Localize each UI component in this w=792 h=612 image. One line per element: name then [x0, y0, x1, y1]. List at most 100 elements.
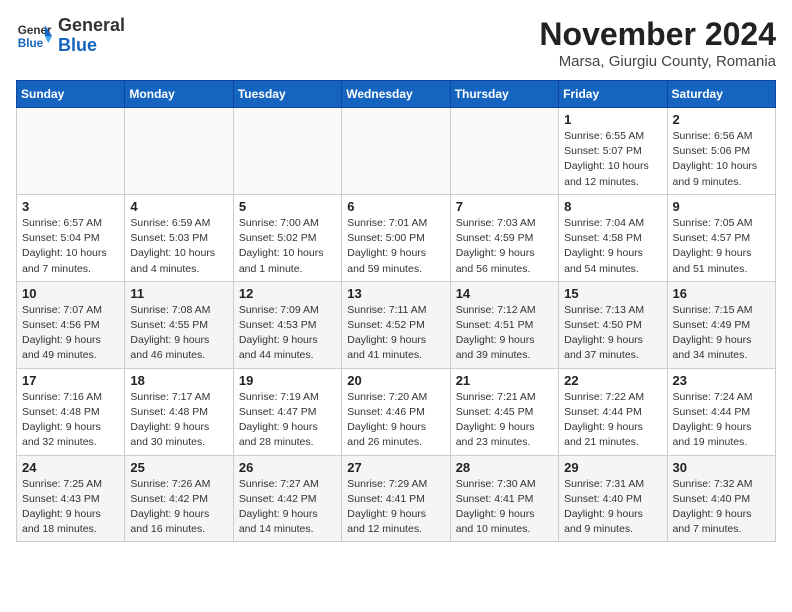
- weekday-thursday: Thursday: [450, 81, 558, 108]
- weekday-sunday: Sunday: [17, 81, 125, 108]
- calendar-cell: [450, 108, 558, 195]
- calendar-week-5: 24 Sunrise: 7:25 AM Sunset: 4:43 PM Dayli…: [17, 455, 776, 542]
- day-number: 14: [456, 286, 553, 301]
- day-info: Sunrise: 7:27 AM Sunset: 4:42 PM Dayligh…: [239, 477, 336, 538]
- calendar-cell: 24 Sunrise: 7:25 AM Sunset: 4:43 PM Dayli…: [17, 455, 125, 542]
- calendar-cell: 12Sunrise: 7:09 AM Sunset: 4:53 PM Dayli…: [233, 281, 341, 368]
- day-info: Sunrise: 7:19 AM Sunset: 4:47 PM Dayligh…: [239, 390, 336, 451]
- location-title: Marsa, Giurgiu County, Romania: [539, 53, 776, 70]
- calendar: SundayMondayTuesdayWednesdayThursdayFrid…: [16, 80, 776, 542]
- day-number: 9: [673, 199, 770, 214]
- title-area: November 2024 Marsa, Giurgiu County, Rom…: [539, 16, 776, 70]
- calendar-cell: 1 Sunrise: 6:55 AM Sunset: 5:07 PM Daylig…: [559, 108, 667, 195]
- day-number: 8: [564, 199, 661, 214]
- day-number: 28: [456, 460, 553, 475]
- day-info: Sunrise: 7:20 AM Sunset: 4:46 PM Dayligh…: [347, 390, 444, 451]
- day-number: 18: [130, 373, 227, 388]
- day-number: 24: [22, 460, 119, 475]
- calendar-cell: 13 Sunrise: 7:11 AM Sunset: 4:52 PM Dayli…: [342, 281, 450, 368]
- day-info: Sunrise: 7:22 AM Sunset: 4:44 PM Dayligh…: [564, 390, 661, 451]
- day-info: Sunrise: 7:03 AM Sunset: 4:59 PM Dayligh…: [456, 216, 553, 277]
- day-info: Sunrise: 7:21 AM Sunset: 4:45 PM Dayligh…: [456, 390, 553, 451]
- calendar-cell: 11 Sunrise: 7:08 AM Sunset: 4:55 PM Dayli…: [125, 281, 233, 368]
- calendar-cell: 29Sunrise: 7:31 AM Sunset: 4:40 PM Dayli…: [559, 455, 667, 542]
- calendar-body: 1 Sunrise: 6:55 AM Sunset: 5:07 PM Daylig…: [17, 108, 776, 542]
- calendar-cell: 2 Sunrise: 6:56 AM Sunset: 5:06 PM Daylig…: [667, 108, 775, 195]
- day-number: 2: [673, 112, 770, 127]
- calendar-cell: [125, 108, 233, 195]
- day-info: Sunrise: 6:55 AM Sunset: 5:07 PM Dayligh…: [564, 129, 661, 190]
- calendar-week-2: 3 Sunrise: 6:57 AM Sunset: 5:04 PM Daylig…: [17, 194, 776, 281]
- day-info: Sunrise: 7:12 AM Sunset: 4:51 PM Dayligh…: [456, 303, 553, 364]
- day-number: 7: [456, 199, 553, 214]
- day-info: Sunrise: 6:56 AM Sunset: 5:06 PM Dayligh…: [673, 129, 770, 190]
- day-number: 13: [347, 286, 444, 301]
- day-info: Sunrise: 7:32 AM Sunset: 4:40 PM Dayligh…: [673, 477, 770, 538]
- day-number: 25: [130, 460, 227, 475]
- weekday-friday: Friday: [559, 81, 667, 108]
- day-info: Sunrise: 7:13 AM Sunset: 4:50 PM Dayligh…: [564, 303, 661, 364]
- day-info: Sunrise: 7:08 AM Sunset: 4:55 PM Dayligh…: [130, 303, 227, 364]
- calendar-cell: 27 Sunrise: 7:29 AM Sunset: 4:41 PM Dayli…: [342, 455, 450, 542]
- day-number: 12: [239, 286, 336, 301]
- day-number: 3: [22, 199, 119, 214]
- day-info: Sunrise: 7:17 AM Sunset: 4:48 PM Dayligh…: [130, 390, 227, 451]
- calendar-cell: 28 Sunrise: 7:30 AM Sunset: 4:41 PM Dayli…: [450, 455, 558, 542]
- weekday-tuesday: Tuesday: [233, 81, 341, 108]
- day-number: 22: [564, 373, 661, 388]
- day-number: 23: [673, 373, 770, 388]
- day-number: 10: [22, 286, 119, 301]
- weekday-saturday: Saturday: [667, 81, 775, 108]
- day-number: 1: [564, 112, 661, 127]
- calendar-cell: 14 Sunrise: 7:12 AM Sunset: 4:51 PM Dayli…: [450, 281, 558, 368]
- calendar-cell: 17 Sunrise: 7:16 AM Sunset: 4:48 PM Dayli…: [17, 368, 125, 455]
- day-number: 21: [456, 373, 553, 388]
- day-number: 26: [239, 460, 336, 475]
- day-number: 27: [347, 460, 444, 475]
- day-number: 30: [673, 460, 770, 475]
- calendar-week-4: 17 Sunrise: 7:16 AM Sunset: 4:48 PM Dayli…: [17, 368, 776, 455]
- weekday-monday: Monday: [125, 81, 233, 108]
- calendar-cell: 9Sunrise: 7:05 AM Sunset: 4:57 PM Daylig…: [667, 194, 775, 281]
- day-number: 16: [673, 286, 770, 301]
- logo-icon: General Blue: [16, 18, 52, 54]
- day-number: 5: [239, 199, 336, 214]
- header: General Blue GeneralBlue November 2024 M…: [16, 16, 776, 70]
- calendar-cell: 5 Sunrise: 7:00 AM Sunset: 5:02 PM Daylig…: [233, 194, 341, 281]
- svg-text:Blue: Blue: [18, 37, 44, 50]
- day-info: Sunrise: 7:30 AM Sunset: 4:41 PM Dayligh…: [456, 477, 553, 538]
- day-number: 15: [564, 286, 661, 301]
- day-number: 11: [130, 286, 227, 301]
- calendar-cell: 22 Sunrise: 7:22 AM Sunset: 4:44 PM Dayli…: [559, 368, 667, 455]
- day-info: Sunrise: 7:16 AM Sunset: 4:48 PM Dayligh…: [22, 390, 119, 451]
- day-number: 20: [347, 373, 444, 388]
- calendar-week-3: 10 Sunrise: 7:07 AM Sunset: 4:56 PM Dayli…: [17, 281, 776, 368]
- calendar-cell: [342, 108, 450, 195]
- calendar-cell: [233, 108, 341, 195]
- day-number: 17: [22, 373, 119, 388]
- day-info: Sunrise: 6:57 AM Sunset: 5:04 PM Dayligh…: [22, 216, 119, 277]
- calendar-cell: 25 Sunrise: 7:26 AM Sunset: 4:42 PM Dayli…: [125, 455, 233, 542]
- calendar-cell: 4Sunrise: 6:59 AM Sunset: 5:03 PM Daylig…: [125, 194, 233, 281]
- day-info: Sunrise: 7:29 AM Sunset: 4:41 PM Dayligh…: [347, 477, 444, 538]
- calendar-cell: 23Sunrise: 7:24 AM Sunset: 4:44 PM Dayli…: [667, 368, 775, 455]
- weekday-wednesday: Wednesday: [342, 81, 450, 108]
- weekday-header: SundayMondayTuesdayWednesdayThursdayFrid…: [17, 81, 776, 108]
- day-info: Sunrise: 7:31 AM Sunset: 4:40 PM Dayligh…: [564, 477, 661, 538]
- calendar-cell: 15 Sunrise: 7:13 AM Sunset: 4:50 PM Dayli…: [559, 281, 667, 368]
- calendar-cell: [17, 108, 125, 195]
- day-info: Sunrise: 7:07 AM Sunset: 4:56 PM Dayligh…: [22, 303, 119, 364]
- calendar-week-1: 1 Sunrise: 6:55 AM Sunset: 5:07 PM Daylig…: [17, 108, 776, 195]
- calendar-cell: 6 Sunrise: 7:01 AM Sunset: 5:00 PM Daylig…: [342, 194, 450, 281]
- day-info: Sunrise: 7:04 AM Sunset: 4:58 PM Dayligh…: [564, 216, 661, 277]
- day-number: 6: [347, 199, 444, 214]
- day-info: Sunrise: 7:01 AM Sunset: 5:00 PM Dayligh…: [347, 216, 444, 277]
- calendar-cell: 10 Sunrise: 7:07 AM Sunset: 4:56 PM Dayli…: [17, 281, 125, 368]
- day-info: Sunrise: 7:26 AM Sunset: 4:42 PM Dayligh…: [130, 477, 227, 538]
- day-info: Sunrise: 7:11 AM Sunset: 4:52 PM Dayligh…: [347, 303, 444, 364]
- calendar-cell: 26 Sunrise: 7:27 AM Sunset: 4:42 PM Dayli…: [233, 455, 341, 542]
- calendar-cell: 8 Sunrise: 7:04 AM Sunset: 4:58 PM Daylig…: [559, 194, 667, 281]
- day-info: Sunrise: 7:15 AM Sunset: 4:49 PM Dayligh…: [673, 303, 770, 364]
- day-info: Sunrise: 7:00 AM Sunset: 5:02 PM Dayligh…: [239, 216, 336, 277]
- day-info: Sunrise: 7:25 AM Sunset: 4:43 PM Dayligh…: [22, 477, 119, 538]
